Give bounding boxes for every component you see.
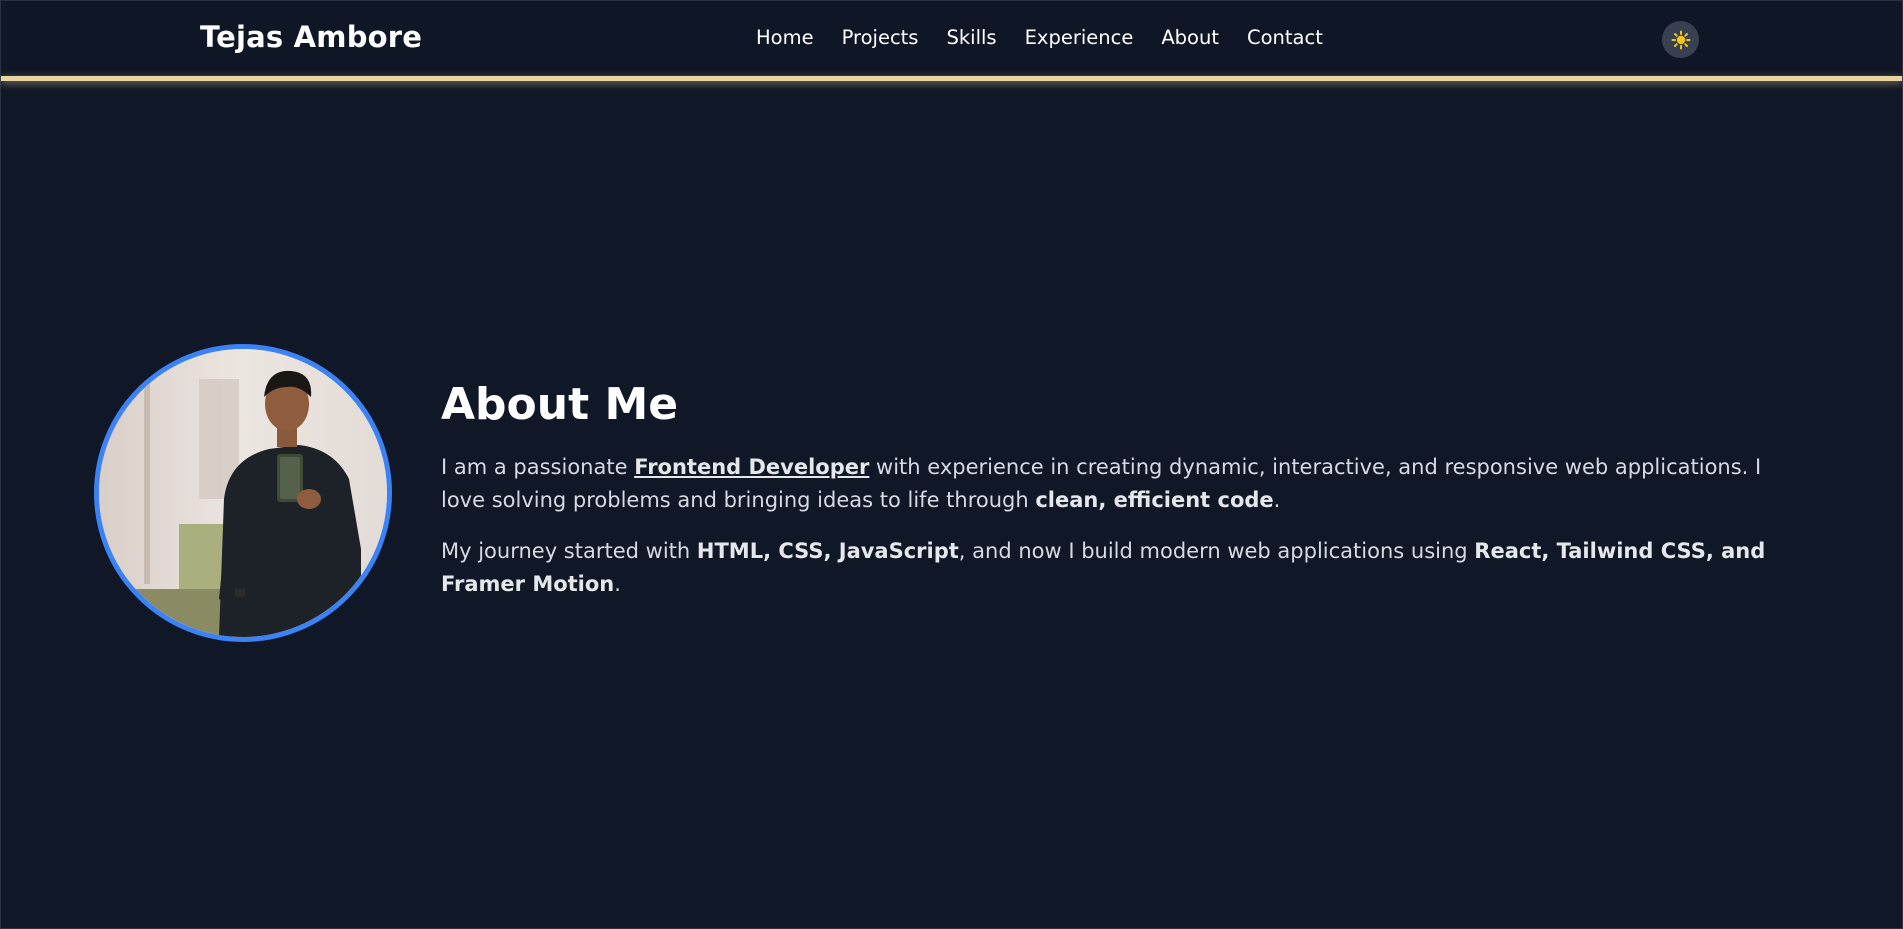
web-basics-highlight: HTML, CSS, JavaScript (696, 539, 959, 563)
nav-link-experience[interactable]: Experience (1025, 26, 1134, 49)
profile-photo-illustration (99, 349, 387, 637)
about-p2-end: . (614, 572, 621, 596)
about-p2-text-2: , and now I build modern web application… (958, 539, 1475, 563)
about-p1-end: . (1273, 488, 1281, 512)
about-title: About Me (441, 379, 679, 430)
role-highlight: Frontend Developer (634, 455, 870, 479)
profile-photo (94, 344, 392, 642)
navbar: Tejas Ambore Home Projects Skills Experi… (1, 1, 1902, 77)
nav-link-skills[interactable]: Skills (946, 26, 996, 49)
about-paragraph-1: I am a passionate Frontend Developer wit… (441, 451, 1807, 517)
nav-links: Home Projects Skills Experience About Co… (756, 26, 1323, 49)
nav-link-projects[interactable]: Projects (842, 26, 919, 49)
navbar-glow-divider (1, 76, 1902, 81)
theme-toggle-button[interactable] (1662, 21, 1699, 58)
sun-icon (1671, 30, 1690, 49)
about-p2-text: My journey started with (441, 539, 697, 563)
portfolio-page: Tejas Ambore Home Projects Skills Experi… (0, 0, 1903, 929)
about-paragraph-2: My journey started with HTML, CSS, JavaS… (441, 535, 1807, 601)
about-p1-text: I am a passionate (441, 455, 635, 479)
nav-link-contact[interactable]: Contact (1247, 26, 1323, 49)
nav-link-home[interactable]: Home (756, 26, 814, 49)
clean-code-highlight: clean, efficient code (1035, 488, 1274, 512)
nav-link-about[interactable]: About (1161, 26, 1219, 49)
brand-logo[interactable]: Tejas Ambore (200, 20, 422, 54)
